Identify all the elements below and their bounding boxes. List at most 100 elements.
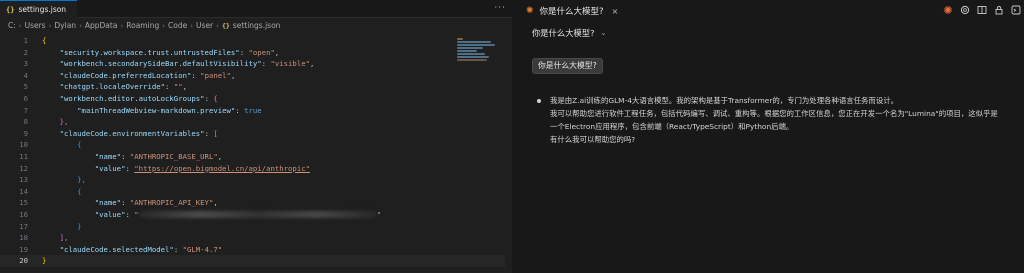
code-line: 9 "claudeCode.environmentVariables": [ xyxy=(0,128,512,140)
json-value: "GLM-4.7" xyxy=(182,244,223,254)
line-number: 7 xyxy=(23,105,28,115)
breadcrumb-item[interactable]: C: xyxy=(8,21,16,30)
line-number: 11 xyxy=(19,151,28,161)
breadcrumb-item[interactable]: Code xyxy=(168,21,187,30)
chevron-right-icon: › xyxy=(48,21,52,30)
breadcrumb-item[interactable]: Dylan xyxy=(54,21,76,30)
lock-icon[interactable] xyxy=(993,4,1005,16)
code-line: 7 "mainThreadWebview-markdown.preview": … xyxy=(0,105,512,117)
json-key: "value" xyxy=(94,209,126,219)
json-key: "name" xyxy=(94,151,122,161)
breadcrumb-file[interactable]: settings.json xyxy=(233,21,281,30)
line-number: 17 xyxy=(19,221,28,231)
minimap[interactable] xyxy=(457,38,499,68)
code-editor[interactable]: 1 { 2 "security.workspace.trust.untrusted… xyxy=(0,35,512,267)
line-number: 15 xyxy=(19,198,28,208)
bullet-dot-icon xyxy=(537,99,541,103)
layout-icon[interactable] xyxy=(976,4,988,16)
chevron-right-icon: › xyxy=(190,21,194,30)
brace: { xyxy=(42,36,47,45)
panel-divider[interactable] xyxy=(512,0,520,273)
editor-pane: {} settings.json ··· C: › Users › Dylan … xyxy=(0,0,512,273)
tab-settings-json[interactable]: {} settings.json xyxy=(0,0,77,18)
claude-burst-icon[interactable]: ✺ xyxy=(942,4,954,17)
line-number: 20 xyxy=(19,256,28,266)
claude-icon: ✺ xyxy=(526,6,534,16)
url-link[interactable]: "https://open.bigmodel.cn/api/anthropic" xyxy=(134,164,310,173)
code-line: 8 }, xyxy=(0,116,512,128)
code-line: 13 }, xyxy=(0,174,512,186)
json-value: "ANTHROPIC_BASE_URL" xyxy=(129,151,218,161)
line-number: 12 xyxy=(19,163,28,173)
line-number: 13 xyxy=(19,175,28,185)
json-value: "" xyxy=(173,82,183,92)
line-number: 5 xyxy=(23,82,28,92)
chevron-down-icon[interactable]: ⌄ xyxy=(600,29,606,37)
json-key: "workbench.editor.autoLockGroups" xyxy=(59,93,205,103)
breadcrumb-item[interactable]: User xyxy=(196,21,213,30)
json-value: "panel" xyxy=(200,70,231,80)
code-line-active: 20} xyxy=(0,255,512,267)
json-key: "chatgpt.localeOverride" xyxy=(59,82,166,92)
code-line: 5 "chatgpt.localeOverride": "", xyxy=(0,81,512,93)
user-message[interactable]: 你是什么大模型? xyxy=(532,58,603,74)
code-line: 3 "workbench.secondarySideBar.defaultVis… xyxy=(0,58,512,70)
panel-toolbar: ✺ xyxy=(942,4,1022,17)
json-key: "name" xyxy=(94,198,122,208)
json-value: "open" xyxy=(248,47,275,57)
reply-line: 我可以帮助您进行软件工程任务，包括代码编写、调试、重构等。根据您的工作区信息，您… xyxy=(550,109,998,118)
line-number: 3 xyxy=(23,59,28,69)
json-key: "mainThreadWebview-markdown.preview" xyxy=(77,105,236,115)
code-line: 6 "workbench.editor.autoLockGroups": { xyxy=(0,93,512,105)
more-actions-icon[interactable]: ··· xyxy=(494,3,506,13)
json-file-icon: {} xyxy=(221,21,230,30)
chevron-right-icon: › xyxy=(120,21,124,30)
line-number: 14 xyxy=(19,186,28,196)
code-line: 19 "claudeCode.selectedModel": "GLM-4.7" xyxy=(0,244,512,256)
close-icon[interactable]: × xyxy=(612,7,619,16)
breadcrumb-item[interactable]: Users xyxy=(25,21,46,30)
conversation-title: 你是什么大模型? xyxy=(532,28,595,38)
code-line: 17 } xyxy=(0,221,512,233)
reply-line: 一个Electron应用程序，包含前端（React/TypeScript）和Py… xyxy=(550,122,794,131)
code-line: 10 { xyxy=(0,139,512,151)
conversation-header[interactable]: 你是什么大模型? ⌄ xyxy=(520,22,1024,44)
terminal-icon[interactable] xyxy=(1010,4,1022,16)
json-value: "visible" xyxy=(270,59,311,69)
code-line: 2 "security.workspace.trust.untrustedFil… xyxy=(0,47,512,59)
chevron-right-icon: › xyxy=(162,21,166,30)
json-value: "ANTHROPIC_API_KEY" xyxy=(129,198,214,208)
breadcrumb-item[interactable]: AppData xyxy=(85,21,118,30)
json-key: "claudeCode.preferredLocation" xyxy=(59,70,192,80)
json-key: "claudeCode.environmentVariables" xyxy=(59,128,205,138)
breadcrumb: C: › Users › Dylan › AppData › Roaming ›… xyxy=(0,18,512,33)
line-number: 8 xyxy=(23,117,28,127)
code-line: 18 ], xyxy=(0,232,512,244)
line-number: 2 xyxy=(23,47,28,57)
chevron-right-icon: › xyxy=(79,21,82,30)
code-line: 16 "value": " " xyxy=(0,209,512,221)
line-number: 18 xyxy=(19,233,28,243)
tab-label: settings.json xyxy=(18,5,67,14)
json-key: "workbench.secondarySideBar.defaultVisib… xyxy=(59,59,262,69)
line-number: 16 xyxy=(19,209,28,219)
chevron-right-icon: › xyxy=(216,21,219,30)
line-number: 4 xyxy=(23,70,28,80)
line-number: 10 xyxy=(19,140,28,150)
chat-tab-title[interactable]: 你是什么大模型? xyxy=(540,5,604,17)
breadcrumb-item[interactable]: Roaming xyxy=(126,21,159,30)
claude-chat-panel: ✺ 你是什么大模型? × ✺ 你是什么大模型? ⌄ 你是什么大模型? 我是由Z.… xyxy=(520,0,1024,273)
openai-icon[interactable] xyxy=(959,4,971,16)
code-line: 14 { xyxy=(0,186,512,198)
json-file-icon: {} xyxy=(6,5,15,14)
line-number: 19 xyxy=(19,244,28,254)
json-key: "security.workspace.trust.untrustedFiles… xyxy=(59,47,240,57)
json-key: "value" xyxy=(94,163,126,173)
code-line: 12 "value": "https://open.bigmodel.cn/ap… xyxy=(0,163,512,175)
reply-line: 有什么我可以帮助您的吗? xyxy=(550,135,636,144)
line-number: 1 xyxy=(23,36,28,45)
vertical-scrollbar[interactable] xyxy=(505,35,512,273)
line-number: 6 xyxy=(23,93,28,103)
code-line: 11 "name": "ANTHROPIC_BASE_URL", xyxy=(0,151,512,163)
chat-tabbar: ✺ 你是什么大模型? × ✺ xyxy=(520,0,1024,22)
